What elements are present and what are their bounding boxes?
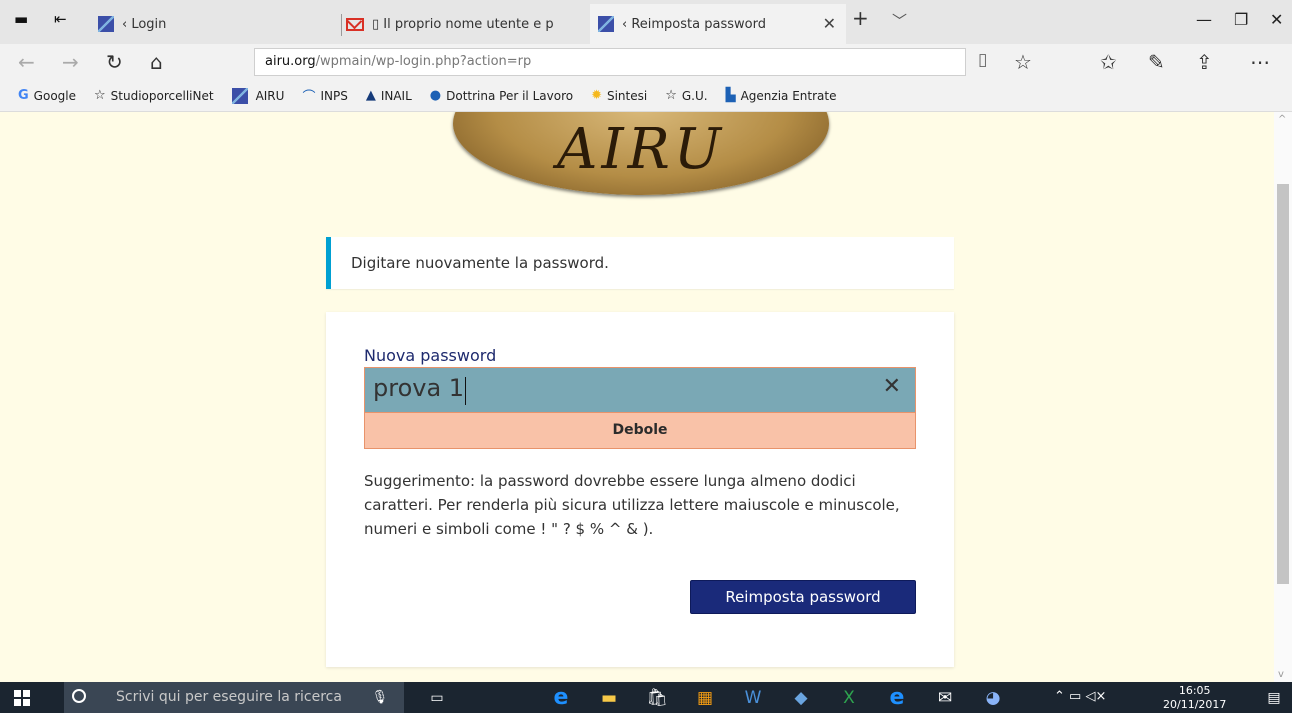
tab-gmail[interactable]: ▯ Il proprio nome utente e p — [340, 4, 592, 44]
airu-favicon-icon — [598, 16, 614, 32]
refresh-icon[interactable]: ↻ — [106, 50, 123, 74]
scroll-down-icon[interactable]: v — [1278, 669, 1284, 680]
app-icon[interactable]: ◕ — [981, 686, 1005, 710]
notice-message: Digitare nuovamente la password. — [326, 237, 954, 289]
new-password-input[interactable]: prova 1 ✕ — [364, 367, 916, 413]
favorite-inail[interactable]: ▲ INAIL — [366, 88, 412, 103]
airu-favicon-icon — [231, 87, 248, 104]
text-caret — [465, 377, 466, 405]
favorite-star-icon[interactable]: ☆ — [1014, 50, 1032, 74]
reset-password-button[interactable]: Reimposta password — [690, 580, 916, 614]
star-icon: ☆ — [665, 88, 677, 103]
google-icon: G — [18, 88, 29, 103]
system-tray[interactable]: ⌃ ▭ ◁× — [1054, 689, 1106, 704]
scroll-up-icon[interactable]: ^ — [1278, 114, 1286, 125]
forward-icon[interactable]: → — [62, 50, 79, 74]
clock[interactable]: 16:05 20/11/2017 — [1163, 684, 1226, 712]
tab-actions-icon[interactable]: ▬ — [14, 10, 28, 28]
favorite-gu[interactable]: ☆ G.U. — [665, 88, 707, 103]
airu-favicon-icon — [98, 16, 114, 32]
favorites-bar: G Google ☆ StudioporcelliNet AIRU ⌒ INPS ▲ I… — [0, 80, 1292, 112]
clock-time: 16:05 — [1178, 684, 1211, 697]
clear-input-icon[interactable]: ✕ — [883, 374, 901, 399]
search-placeholder: Scrivi qui per eseguire la ricerca — [116, 689, 342, 705]
tab-label: ▯ Il proprio nome utente e p — [372, 16, 554, 32]
word-icon[interactable]: W — [741, 686, 765, 710]
favorite-airu[interactable]: AIRU — [231, 87, 284, 104]
password-strength-indicator: Debole — [364, 413, 916, 449]
tab-label: ‹ Reimposta password — [622, 16, 766, 32]
agenzia-icon: ▙ — [725, 88, 736, 103]
restore-icon[interactable]: ❐ — [1234, 10, 1248, 29]
reading-view-icon[interactable]: ▯ — [978, 50, 987, 70]
sun-icon: ✹ — [591, 88, 602, 103]
favorite-inps[interactable]: ⌒ INPS — [302, 86, 347, 106]
favorites-hub-icon[interactable]: ✩ — [1100, 50, 1117, 74]
favorite-google[interactable]: G Google — [18, 88, 76, 103]
inps-icon: ⌒ — [302, 90, 316, 105]
favorite-sintesi[interactable]: ✹ Sintesi — [591, 88, 647, 103]
star-icon: ☆ — [94, 88, 106, 103]
password-hint: Suggerimento: la password dovrebbe esser… — [364, 472, 900, 538]
home-icon[interactable]: ⌂ — [150, 50, 163, 74]
airu-logo[interactable]: AIRU — [453, 112, 829, 195]
share-icon[interactable]: ⇪ — [1196, 50, 1213, 74]
navigation-bar: ← → ↻ ⌂ airu.org/wpmain/wp-login.php?act… — [0, 44, 1292, 80]
password-value: prova 1 — [373, 374, 465, 402]
notifications-icon[interactable]: ▤ — [1262, 686, 1286, 710]
mail-icon[interactable]: ✉ — [933, 686, 957, 710]
page-content: AIRU Digitare nuovamente la password. Nu… — [0, 112, 1274, 682]
windows-start-icon[interactable] — [14, 690, 30, 706]
scrollbar-thumb[interactable] — [1277, 184, 1289, 584]
edge-icon[interactable]: e — [549, 686, 573, 710]
internet-explorer-icon[interactable]: e — [885, 686, 909, 710]
gmail-icon — [346, 17, 364, 31]
tab-login[interactable]: ‹ Login — [92, 4, 342, 44]
clock-date: 20/11/2017 — [1163, 698, 1227, 711]
store-icon[interactable]: 🛍 — [645, 686, 669, 710]
address-path: /wpmain/wp-login.php?action=rp — [315, 54, 532, 69]
logo-text: AIRU — [557, 117, 725, 182]
tab-label: ‹ Login — [122, 16, 167, 32]
browser-tab-bar: ▬ ⇤ ‹ Login ▯ Il proprio nome utente e p… — [0, 0, 1292, 44]
close-tab-icon[interactable]: ✕ — [823, 14, 836, 33]
close-window-icon[interactable]: ✕ — [1270, 10, 1283, 29]
taskbar-search-box[interactable]: Scrivi qui per eseguire la ricerca 🎙 — [64, 682, 404, 713]
microphone-icon[interactable]: 🎙 — [371, 682, 388, 713]
cortana-icon — [72, 689, 86, 703]
task-view-icon[interactable]: ▭ — [425, 686, 449, 710]
reset-password-form: Nuova password prova 1 ✕ Debole Suggerim… — [326, 312, 954, 667]
web-note-icon[interactable]: ✎ — [1148, 50, 1165, 74]
excel-icon[interactable]: X — [837, 686, 861, 710]
new-password-label: Nuova password — [364, 346, 497, 365]
address-host: airu.org — [265, 54, 316, 69]
tab-reimposta-password[interactable]: ‹ Reimposta password ✕ — [590, 4, 846, 44]
favorite-studioporcelli[interactable]: ☆ StudioporcelliNet — [94, 88, 214, 103]
favorite-agenzia-entrate[interactable]: ▙ Agenzia Entrate — [726, 88, 837, 103]
set-aside-tabs-icon[interactable]: ⇤ — [54, 10, 67, 28]
inail-icon: ▲ — [365, 88, 376, 103]
tab-preview-chevron-icon[interactable]: ﹀ — [892, 10, 907, 31]
minimize-icon[interactable]: — — [1196, 10, 1212, 29]
photos-app-icon[interactable]: ▦ — [693, 686, 717, 710]
app-icon[interactable]: ◆ — [789, 686, 813, 710]
address-bar[interactable]: airu.org/wpmain/wp-login.php?action=rp — [254, 48, 966, 76]
more-icon[interactable]: ⋯ — [1250, 50, 1270, 74]
windows-taskbar: Scrivi qui per eseguire la ricerca 🎙 ▭ e… — [0, 682, 1292, 713]
pin-icon: ● — [429, 88, 442, 103]
new-tab-icon[interactable]: + — [852, 6, 869, 30]
file-explorer-icon[interactable]: ▬ — [597, 686, 621, 710]
page-scrollbar[interactable]: ^ v — [1274, 112, 1292, 682]
favorite-dottrina[interactable]: ● Dottrina Per il Lavoro — [430, 88, 573, 103]
back-icon[interactable]: ← — [18, 50, 35, 74]
